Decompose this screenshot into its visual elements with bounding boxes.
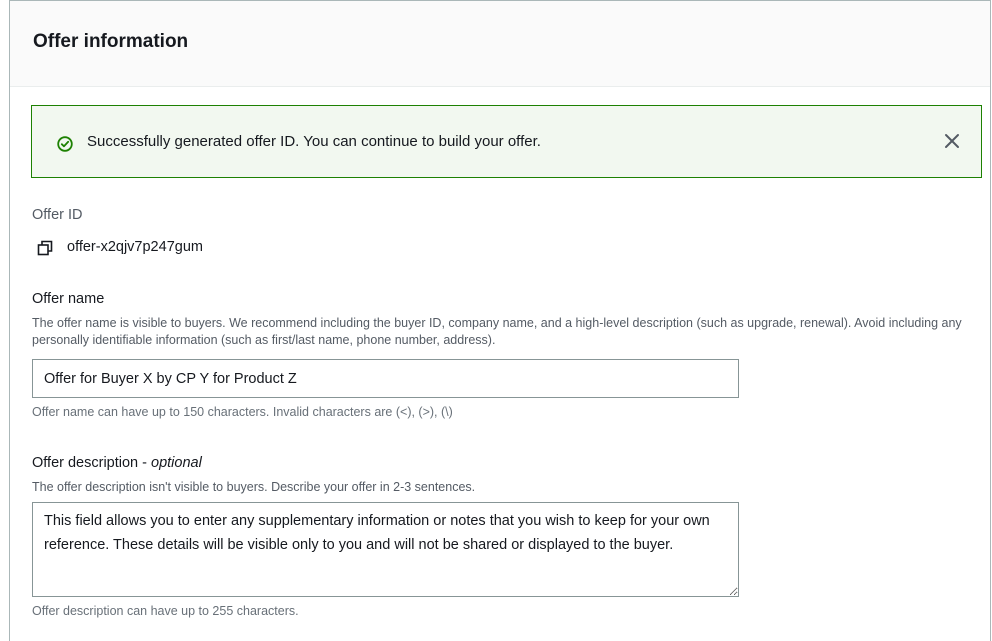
close-icon[interactable]	[943, 132, 961, 150]
offer-id-label: Offer ID	[32, 207, 83, 223]
check-circle-icon	[57, 136, 73, 152]
offer-id-value: offer-x2qjv7p247gum	[67, 239, 203, 255]
success-flash-message: Successfully generated offer ID. You can…	[31, 105, 982, 178]
offer-name-input[interactable]	[32, 359, 739, 398]
offer-description-label: Offer description - optional	[32, 455, 202, 471]
panel-header: Offer information	[10, 1, 990, 87]
panel-title: Offer information	[33, 31, 189, 52]
offer-description-label-text: Offer description -	[32, 455, 152, 471]
offer-description-textarea[interactable]: This field allows you to enter any suppl…	[32, 502, 739, 597]
offer-name-description: The offer name is visible to buyers. We …	[32, 316, 962, 347]
offer-name-label: Offer name	[32, 291, 105, 307]
offer-information-panel: Offer information Successfully generated…	[9, 0, 991, 641]
offer-name-constraint: Offer name can have up to 150 characters…	[32, 405, 453, 419]
flash-message-text: Successfully generated offer ID. You can…	[87, 133, 541, 150]
optional-tag: optional	[151, 455, 202, 471]
offer-description-help: The offer description isn't visible to b…	[32, 480, 476, 494]
offer-description-constraint: Offer description can have up to 255 cha…	[32, 604, 299, 618]
copy-icon[interactable]	[37, 240, 53, 256]
